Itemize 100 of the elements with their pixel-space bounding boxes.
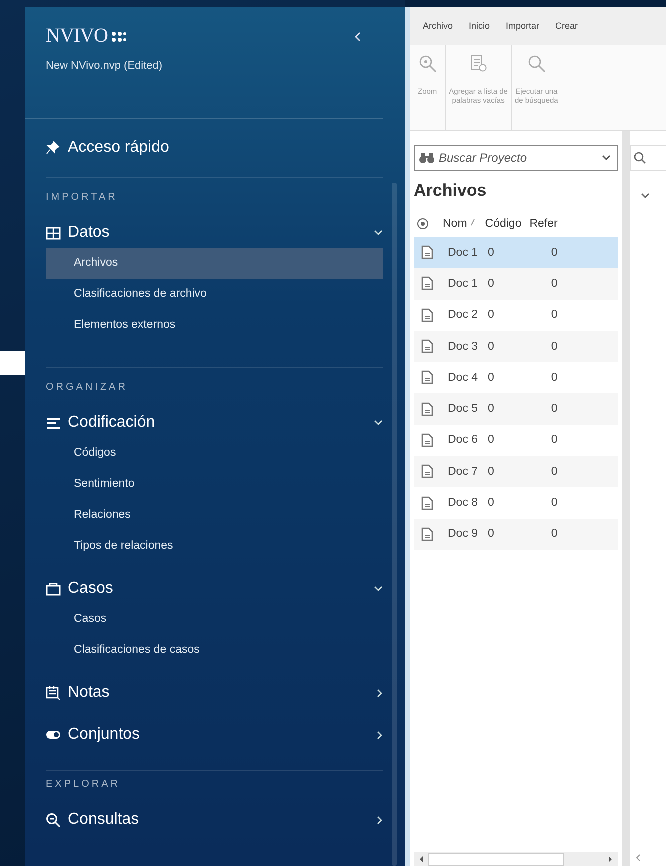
table-cell: 0 bbox=[488, 466, 494, 478]
chevron-down-icon bbox=[602, 155, 611, 161]
notebook-icon bbox=[46, 686, 61, 700]
table-cell: 0 bbox=[488, 497, 494, 510]
table-cell: 0 bbox=[488, 278, 494, 290]
nav-item[interactable]: Clasificaciones de casos bbox=[46, 635, 383, 666]
file-row[interactable]: Doc 3 0 0 bbox=[414, 330, 618, 362]
chevron-down-icon bbox=[374, 420, 383, 426]
table-cell-text: Doc 2 bbox=[448, 309, 480, 322]
toggle-icon bbox=[46, 730, 61, 740]
table-cell-text: Doc 7 bbox=[448, 466, 480, 478]
chevron-down-icon bbox=[374, 586, 383, 592]
zoom-icon bbox=[418, 55, 437, 73]
scrollbar[interactable] bbox=[392, 183, 397, 866]
table-cell-text: 0 bbox=[551, 340, 559, 353]
table-cell-text: Doc 5 bbox=[448, 403, 480, 416]
table-cell-text: Doc 9 bbox=[448, 528, 480, 540]
document-icon bbox=[421, 308, 434, 323]
file-row[interactable]: Doc 1 0 0 bbox=[414, 268, 618, 300]
ribbon-tab[interactable]: Inicio bbox=[461, 21, 498, 31]
list-title: Archivos bbox=[413, 180, 488, 202]
document-icon bbox=[421, 339, 434, 354]
table-cell-text: Doc 1 bbox=[448, 246, 480, 259]
table-cell: 0 bbox=[488, 246, 494, 259]
pin-icon bbox=[46, 141, 60, 155]
search-icon[interactable] bbox=[634, 152, 646, 164]
document-icon bbox=[421, 432, 434, 448]
table-cell-text: Doc 6 bbox=[448, 434, 480, 446]
table-cell-text: 0 bbox=[551, 403, 559, 416]
column-header[interactable]: Código bbox=[485, 218, 522, 230]
nav-group[interactable]: Datos bbox=[46, 218, 383, 248]
sort-icon bbox=[471, 218, 476, 226]
table-cell-text: 0 bbox=[551, 278, 559, 290]
table-cell-text: 0 bbox=[551, 309, 559, 322]
ribbon-tab[interactable]: Importar bbox=[498, 21, 548, 31]
table-cell: 0 bbox=[488, 403, 494, 416]
table-cell-text: Doc 3 bbox=[448, 340, 480, 353]
briefcase-icon bbox=[46, 582, 61, 596]
list-add-icon bbox=[470, 55, 487, 73]
nav-item[interactable]: Relaciones bbox=[46, 500, 383, 531]
nav-group[interactable]: Notas bbox=[46, 678, 383, 708]
panel-edge bbox=[0, 351, 25, 375]
chevron-right-icon bbox=[377, 688, 383, 698]
document-icon bbox=[421, 402, 434, 417]
document-icon bbox=[421, 370, 434, 386]
nav-item[interactable]: Casos bbox=[46, 604, 383, 635]
collapse-icon[interactable] bbox=[355, 32, 361, 42]
dots-logo-icon bbox=[110, 30, 127, 42]
add-circle-icon[interactable] bbox=[417, 218, 429, 230]
app-logo: NVIVO bbox=[46, 25, 108, 48]
nav-item[interactable]: Códigos bbox=[46, 438, 383, 469]
search-icon bbox=[528, 55, 546, 73]
document-icon bbox=[421, 496, 434, 511]
horizontal-scrollbar[interactable] bbox=[414, 852, 618, 866]
table-cell: 0 bbox=[488, 528, 494, 540]
document-icon bbox=[421, 276, 434, 292]
table-cell: 0 bbox=[488, 372, 494, 384]
table-cell-text: 0 bbox=[551, 466, 559, 478]
scroll-left-icon[interactable] bbox=[636, 854, 641, 862]
file-row[interactable]: Doc 7 0 0 bbox=[414, 456, 618, 488]
nav-item[interactable]: Archivos bbox=[46, 248, 383, 279]
project-name: New NVivo.nvp (Edited) bbox=[46, 60, 164, 72]
search-icon bbox=[46, 812, 61, 828]
nav-item[interactable]: Tipos de relaciones bbox=[46, 531, 383, 562]
table-cell-text: Doc 4 bbox=[448, 372, 480, 384]
table-cell-text: 0 bbox=[551, 434, 559, 446]
table-cell-text: 0 bbox=[551, 372, 559, 384]
table-cell-text: 0 bbox=[551, 497, 559, 510]
chevron-down-icon bbox=[374, 230, 383, 236]
nav-group[interactable]: Casos bbox=[46, 574, 383, 604]
ribbon-tab[interactable]: Crear bbox=[548, 21, 586, 31]
file-row[interactable]: Doc 9 0 0 bbox=[414, 518, 618, 550]
table-cell: 0 bbox=[488, 434, 494, 446]
nav-item[interactable]: Clasificaciones de archivo bbox=[46, 279, 383, 310]
chevron-down-icon[interactable] bbox=[641, 193, 650, 199]
scroll-right-icon[interactable] bbox=[608, 856, 613, 862]
table-cell: 0 bbox=[488, 309, 494, 322]
table-cell-text: Doc 1 bbox=[448, 278, 480, 290]
document-icon bbox=[421, 526, 434, 542]
lines-icon bbox=[46, 416, 61, 430]
nav-item[interactable]: Elementos externos bbox=[46, 310, 383, 341]
column-header[interactable]: Refer bbox=[530, 218, 570, 230]
nav-item[interactable]: Sentimiento bbox=[46, 469, 383, 500]
table-icon bbox=[46, 226, 61, 240]
nav-group[interactable]: Codificación bbox=[46, 408, 383, 438]
table-cell-text: 0 bbox=[551, 528, 559, 540]
column-header[interactable]: Nom bbox=[443, 218, 468, 230]
search-field[interactable]: Buscar Proyecto bbox=[414, 145, 618, 171]
table-cell: 0 bbox=[488, 340, 494, 353]
nav-group[interactable]: Conjuntos bbox=[46, 720, 383, 750]
quick-access-item[interactable]: Acceso rápido bbox=[46, 119, 383, 178]
file-row[interactable]: Doc 5 0 0 bbox=[414, 393, 618, 425]
document-icon bbox=[421, 464, 434, 480]
chevron-right-icon bbox=[377, 730, 383, 740]
ribbon-tab[interactable]: Archivo bbox=[415, 21, 462, 31]
section-heading: IMPORTAR bbox=[46, 191, 119, 205]
scroll-left-icon[interactable] bbox=[419, 856, 424, 862]
binoculars-icon bbox=[419, 152, 435, 164]
file-row[interactable]: Doc 1 0 0 bbox=[414, 237, 618, 268]
nav-group[interactable]: Consultas bbox=[46, 805, 383, 835]
